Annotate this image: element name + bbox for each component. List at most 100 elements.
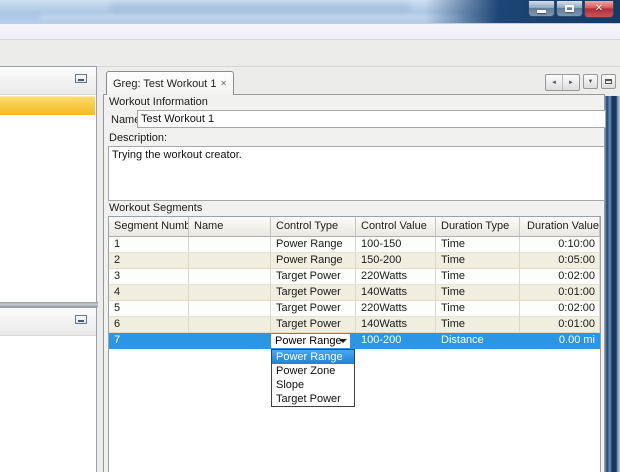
cell-segment-number[interactable]: 2 [109,253,189,269]
cell-control-type[interactable]: Target Power [271,269,356,285]
cell-name[interactable] [189,317,271,333]
cell-control-value[interactable]: 140Watts [356,317,436,333]
workout-editor-panel: Workout Information Name: Description: T… [103,94,605,472]
selected-list-item[interactable] [0,96,95,115]
cell-control-value[interactable]: 100-200 [356,333,436,349]
segments-grid-header: Segment Number Name Control Type Control… [109,217,600,237]
collapse-panel-icon[interactable] [75,315,87,324]
chevron-down-icon[interactable] [339,339,347,343]
tab-close-icon[interactable]: ✕ [216,79,227,88]
cell-segment-number[interactable]: 6 [109,317,189,333]
cell-duration-type[interactable]: Time [436,269,520,285]
window-right-border [604,96,620,472]
window-controls: ✕ [527,1,614,18]
restore-icon [605,79,612,84]
workout-description-textarea[interactable]: Trying the workout creator. [108,146,605,201]
cell-control-value[interactable]: 140Watts [356,285,436,301]
segment-row-7[interactable]: 7 Power Range 100-200Distance0.00 mi [109,333,600,349]
cell-duration-value[interactable]: 0:10:00 [520,237,600,253]
cell-segment-number[interactable]: 3 [109,269,189,285]
left-panel-bottom [0,307,97,472]
cell-duration-value[interactable]: 0:01:00 [520,285,600,301]
menu-bar [0,24,620,40]
segment-row-1[interactable]: 1 Power Range100-150Time0:10:00 [109,237,600,253]
cell-control-type[interactable]: Target Power [271,301,356,317]
segment-row-2[interactable]: 2 Power Range150-200Time0:05:00 [109,253,600,269]
segment-row-3[interactable]: 3 Target Power220WattsTime0:02:00 [109,269,600,285]
combobox-value: Power Range [275,334,342,349]
segments-grid: Segment Number Name Control Type Control… [108,216,601,472]
cell-control-value[interactable]: 150-200 [356,253,436,269]
cell-name[interactable] [189,253,271,269]
segment-row-6[interactable]: 6 Target Power140WattsTime0:01:00 [109,317,600,333]
cell-duration-type[interactable]: Time [436,253,520,269]
segments-table-body: 1Power Range100-150Time0:10:002Power Ran… [109,237,600,349]
description-label: Description: [109,132,167,144]
tab-navigation-buttons: ◄ ► ▼ [545,74,616,91]
control-type-combobox[interactable]: Power Range [271,334,350,348]
scroll-tabs-right-button[interactable]: ► [563,75,579,90]
minimize-icon [537,10,546,13]
column-header-segment-number[interactable]: Segment Number [109,217,189,237]
cell-name[interactable] [189,285,271,301]
maximize-panel-button[interactable] [601,74,616,89]
close-icon: ✕ [595,4,603,14]
window-minimize-button[interactable] [528,1,555,17]
cell-duration-type[interactable]: Time [436,285,520,301]
title-bar: ✕ [0,0,620,24]
cell-control-type[interactable]: Target Power [271,285,356,301]
cell-control-type[interactable]: Power Range [271,237,356,253]
column-header-name[interactable]: Name [189,217,271,237]
app-window: ✕ Greg: Test Workout 1 ✕ ◄ ► ▼ Workout [0,0,620,472]
cell-control-value[interactable]: 220Watts [356,301,436,317]
tab-workout[interactable]: Greg: Test Workout 1 ✕ [106,71,234,95]
dropdown-option-slope[interactable]: Slope [272,378,354,392]
workout-name-input[interactable] [137,110,606,128]
cell-name[interactable] [189,333,271,349]
cell-control-type[interactable]: Power Range [271,253,356,269]
cell-name[interactable] [189,269,271,285]
tab-scroll-buttons: ◄ ► [545,74,580,91]
cell-duration-type[interactable]: Time [436,317,520,333]
left-panel-top-header[interactable] [0,67,96,95]
dropdown-option-power-zone[interactable]: Power Zone [272,364,354,378]
column-header-control-type[interactable]: Control Type [271,217,356,237]
column-header-control-value[interactable]: Control Value [356,217,436,237]
titlebar-blur-decoration [110,3,410,11]
collapse-panel-icon[interactable] [75,74,87,83]
window-close-button[interactable]: ✕ [584,1,614,18]
control-type-dropdown: Power RangePower ZoneSlopeTarget Power [271,349,355,407]
cell-duration-value[interactable]: 0:01:00 [520,317,600,333]
cell-control-value[interactable]: 220Watts [356,269,436,285]
titlebar-blur-decoration [40,14,460,19]
cell-control-type[interactable]: Target Power [271,317,356,333]
cell-segment-number[interactable]: 4 [109,285,189,301]
cell-duration-value[interactable]: 0:05:00 [520,253,600,269]
workout-segments-label: Workout Segments [109,202,202,214]
dropdown-option-power-range[interactable]: Power Range [272,350,354,364]
cell-segment-number[interactable]: 7 [109,333,189,349]
cell-name[interactable] [189,237,271,253]
column-header-duration-value[interactable]: Duration Value [520,217,600,237]
column-header-duration-type[interactable]: Duration Type [436,217,520,237]
cell-duration-value[interactable]: 0:02:00 [520,301,600,317]
cell-duration-type[interactable]: Time [436,237,520,253]
cell-control-value[interactable]: 100-150 [356,237,436,253]
cell-duration-type[interactable]: Distance [436,333,520,349]
cell-control-type[interactable]: Power Range [271,333,356,349]
workout-information-label: Workout Information [109,96,208,108]
cell-segment-number[interactable]: 1 [109,237,189,253]
cell-duration-value[interactable]: 0.00 mi [520,333,600,349]
segment-row-5[interactable]: 5 Target Power220WattsTime0:02:00 [109,301,600,317]
tab-list-dropdown-button[interactable]: ▼ [583,74,598,89]
cell-name[interactable] [189,301,271,317]
cell-segment-number[interactable]: 5 [109,301,189,317]
cell-duration-type[interactable]: Time [436,301,520,317]
window-maximize-button[interactable] [556,1,583,17]
segment-row-4[interactable]: 4 Target Power140WattsTime0:01:00 [109,285,600,301]
cell-duration-value[interactable]: 0:02:00 [520,269,600,285]
scroll-tabs-left-button[interactable]: ◄ [546,75,563,90]
dropdown-option-target-power[interactable]: Target Power [272,392,354,406]
maximize-icon [565,5,574,12]
left-panel-bottom-header[interactable] [0,308,96,336]
